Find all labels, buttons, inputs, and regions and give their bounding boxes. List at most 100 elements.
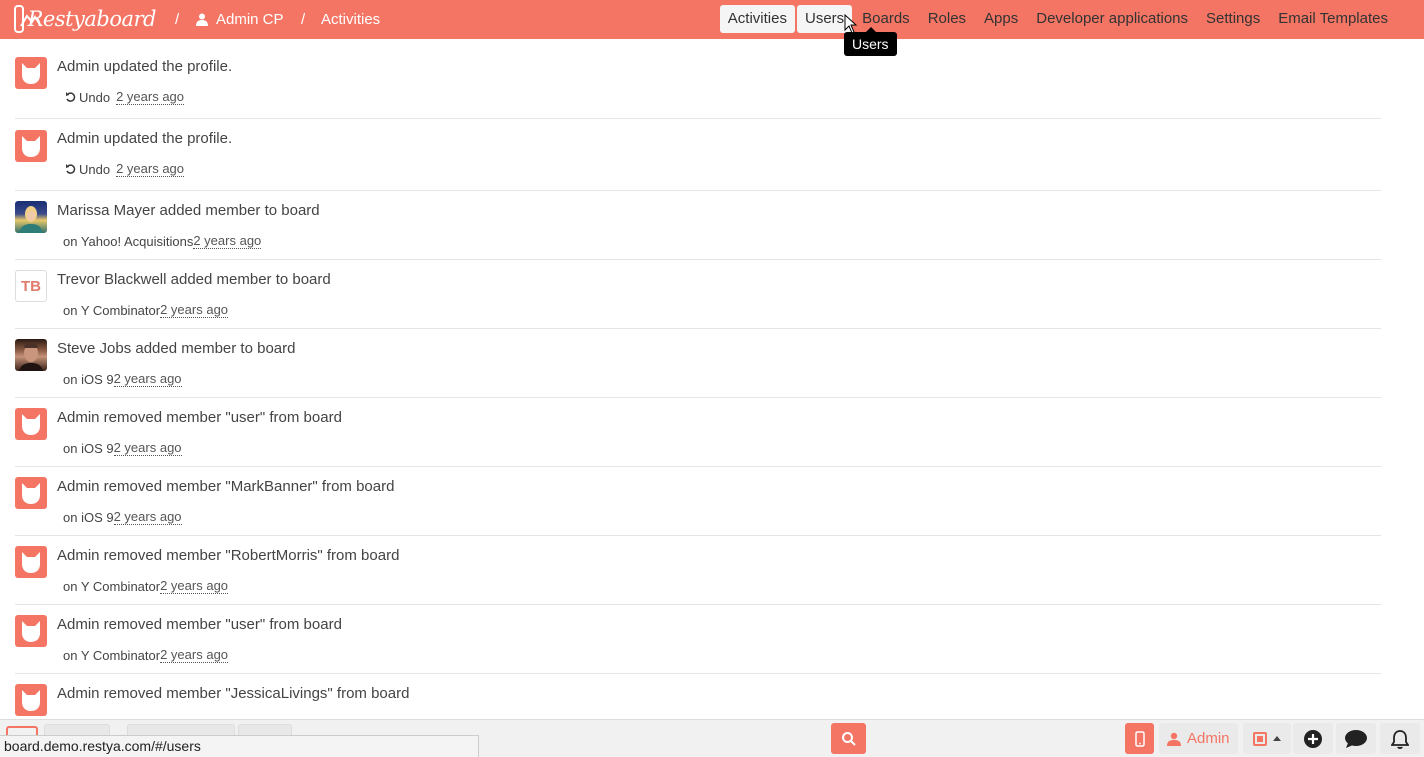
organization-icon <box>1253 731 1267 746</box>
undo-link[interactable]: Undo <box>65 90 110 105</box>
logo-text: Restyaboard <box>27 7 157 31</box>
logo-icon <box>14 5 42 33</box>
avatar[interactable] <box>15 408 47 440</box>
activity-item: Admin removed member "user" from board o… <box>15 605 1381 674</box>
nav-roles[interactable]: Roles <box>920 5 974 33</box>
activity-context[interactable]: on iOS 9 <box>63 441 114 456</box>
admin-avatar-icon <box>22 63 40 84</box>
nav-developer-applications[interactable]: Developer applications <box>1028 5 1196 33</box>
avatar[interactable] <box>15 130 47 162</box>
activity-item: TB Trevor Blackwell added member to boar… <box>15 260 1381 329</box>
activity-time: 2 years ago <box>113 371 182 387</box>
notifications-button[interactable] <box>1380 723 1420 754</box>
activity-meta: on Y Combinator 2 years ago <box>63 647 229 663</box>
nav-boards[interactable]: Boards <box>854 5 918 33</box>
activity-context[interactable]: on iOS 9 <box>63 510 114 525</box>
activity-meta: on Y Combinator 2 years ago <box>63 578 229 594</box>
activity-item: Admin updated the profile. Undo 2 years … <box>15 39 1381 119</box>
activity-item: Marissa Mayer added member to board on Y… <box>15 191 1381 260</box>
activity-time: 2 years ago <box>160 302 229 318</box>
activity-message: Admin removed member "RobertMorris" from… <box>57 547 400 564</box>
activity-list: Admin updated the profile. Undo 2 years … <box>15 39 1381 734</box>
nav-activities[interactable]: Activities <box>719 5 795 33</box>
avatar[interactable] <box>15 477 47 509</box>
breadcrumb-separator: / <box>301 11 306 28</box>
avatar-initials[interactable]: TB <box>15 270 47 302</box>
activity-message: Admin updated the profile. <box>57 58 233 75</box>
user-photo-icon <box>19 343 43 371</box>
activity-context[interactable]: on iOS 9 <box>63 372 114 387</box>
activity-meta: on iOS 9 2 years ago <box>63 371 182 387</box>
admin-avatar-icon <box>22 621 40 642</box>
activity-time: 2 years ago <box>160 578 229 594</box>
activity-item: Steve Jobs added member to board on iOS … <box>15 329 1381 398</box>
activity-item: Admin removed member "MarkBanner" from b… <box>15 467 1381 536</box>
activity-message: Trevor Blackwell added member to board <box>57 271 331 288</box>
activity-item: Admin updated the profile. Undo 2 years … <box>15 119 1381 191</box>
undo-label: Undo <box>79 89 111 105</box>
breadcrumb-admin-cp[interactable]: Admin CP <box>196 0 284 39</box>
breadcrumb-separator: / <box>175 11 180 28</box>
activity-meta: Undo 2 years ago <box>63 161 185 177</box>
avatar[interactable] <box>15 546 47 578</box>
activity-context[interactable]: on Y Combinator <box>63 648 160 663</box>
search-button[interactable] <box>831 723 866 754</box>
activity-message: Admin removed member "MarkBanner" from b… <box>57 478 395 495</box>
caret-up-icon <box>1273 736 1281 741</box>
avatar[interactable] <box>15 684 47 716</box>
nav-settings[interactable]: Settings <box>1198 5 1268 33</box>
avatar[interactable] <box>15 339 47 371</box>
user-icon <box>1167 732 1181 746</box>
activity-meta: on iOS 9 2 years ago <box>63 509 182 525</box>
breadcrumb-current: Activities <box>321 11 381 28</box>
user-menu-label: Admin <box>1187 730 1230 747</box>
activity-item: Admin removed member "user" from board o… <box>15 398 1381 467</box>
avatar[interactable] <box>15 57 47 89</box>
activity-time: 2 years ago <box>116 161 185 177</box>
restyaboard-logo[interactable]: Restyaboard <box>14 3 157 35</box>
plus-circle-icon <box>1304 729 1322 748</box>
undo-link[interactable]: Undo <box>65 162 110 177</box>
activity-context[interactable]: on Yahoo! Acquisitions <box>63 234 193 249</box>
undo-icon <box>66 163 76 174</box>
activity-item: Admin removed member "RobertMorris" from… <box>15 536 1381 605</box>
activity-time: 2 years ago <box>193 233 262 249</box>
organization-switcher[interactable] <box>1243 723 1291 754</box>
undo-label: Undo <box>79 161 111 177</box>
activity-meta: Undo 2 years ago <box>63 89 185 105</box>
activity-message: Admin updated the profile. <box>57 130 233 147</box>
activity-message: Marissa Mayer added member to board <box>57 202 320 219</box>
activity-time: 2 years ago <box>160 647 229 663</box>
admin-avatar-icon <box>22 690 40 711</box>
avatar[interactable] <box>15 201 47 233</box>
activity-context[interactable]: on Y Combinator <box>63 579 160 594</box>
undo-icon <box>66 91 76 102</box>
activity-meta: on Y Combinator 2 years ago <box>63 302 229 318</box>
chat-button[interactable] <box>1336 723 1376 754</box>
activity-meta: on Yahoo! Acquisitions 2 years ago <box>63 233 262 249</box>
search-icon <box>841 731 856 746</box>
nav-apps[interactable]: Apps <box>976 5 1026 33</box>
activity-context[interactable]: on Y Combinator <box>63 303 160 318</box>
user-icon <box>196 13 208 26</box>
status-bar-url: board.demo.restya.com/#/users <box>0 735 479 757</box>
activity-time: 2 years ago <box>116 89 185 105</box>
activity-meta: on iOS 9 2 years ago <box>63 440 182 456</box>
activity-message: Admin removed member "user" from board <box>57 616 342 633</box>
chat-icon <box>1345 729 1367 748</box>
mobile-button[interactable] <box>1125 723 1154 754</box>
activity-message: Admin removed member "JessicaLivings" fr… <box>57 685 410 702</box>
admin-avatar-icon <box>22 552 40 573</box>
top-header: Restyaboard / Admin CP / Activities Acti… <box>0 0 1424 39</box>
admin-avatar-icon <box>22 136 40 157</box>
add-button[interactable] <box>1293 723 1333 754</box>
avatar[interactable] <box>15 615 47 647</box>
nav-email-templates[interactable]: Email Templates <box>1270 5 1396 33</box>
user-menu-button[interactable]: Admin <box>1159 723 1238 754</box>
admin-avatar-icon <box>22 414 40 435</box>
mobile-icon <box>1134 730 1145 747</box>
activity-message: Steve Jobs added member to board <box>57 340 296 357</box>
admin-nav: Activities Users Boards Roles Apps Devel… <box>719 5 1396 33</box>
user-photo-icon <box>19 206 43 233</box>
activity-message: Admin removed member "user" from board <box>57 409 342 426</box>
